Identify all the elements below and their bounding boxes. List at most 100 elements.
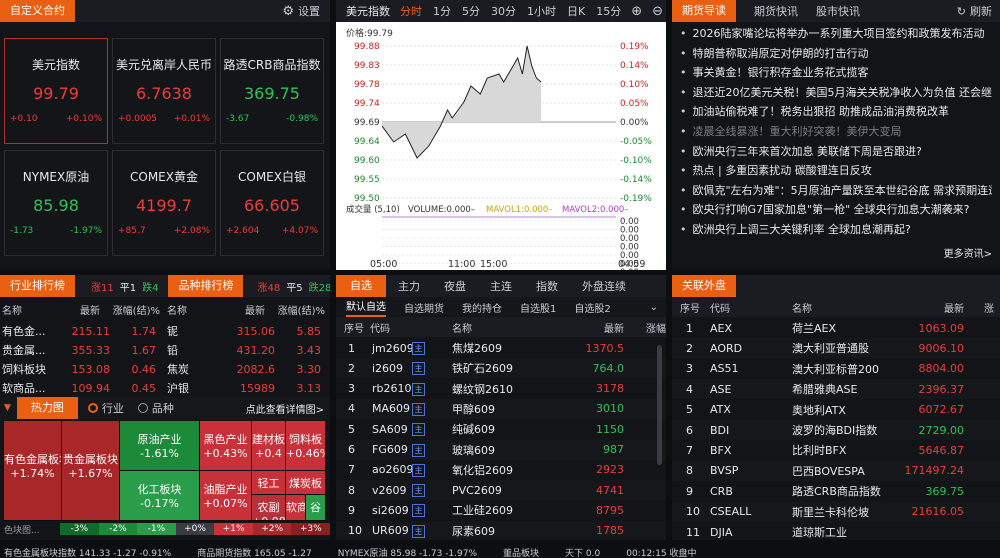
related-row[interactable]: 5 ATX 奥地利ATX 6072.67 xyxy=(672,400,1000,420)
tab-industry-ranking[interactable]: 行业排行榜 xyxy=(0,275,75,297)
news-item[interactable]: 2026陆家嘴论坛将举办一系列重大项目签约和政策发布活动 xyxy=(680,24,992,44)
news-item[interactable]: 欧央行打响G7国家加息"第一枪" 全球央行加息大潮袭来? xyxy=(680,200,992,220)
quotes-tab[interactable]: 夜盘 xyxy=(432,278,478,294)
quotes-col-header[interactable]: 代码 xyxy=(366,320,452,335)
industry-row[interactable]: 贵金属... 355.33 1.67 xyxy=(0,340,165,360)
tab-related-foreign[interactable]: 关联外盘 xyxy=(672,275,736,297)
quotes-row[interactable]: 8 v2609 主 PVC2609 4741 xyxy=(336,480,666,501)
quotes-tab[interactable]: 外盘连续 xyxy=(570,278,638,294)
heatmap-cell[interactable]: 软商 xyxy=(286,495,306,521)
quotes-row[interactable]: 7 ao2609 主 氧化铝2609 2923 xyxy=(336,460,666,480)
quotes-row[interactable]: 9 si2609 主 工业硅2609 8795 xyxy=(336,500,666,520)
quotes-tab[interactable]: 主力 xyxy=(386,278,432,294)
quotes-col-header[interactable]: 最新 xyxy=(572,320,624,335)
col-change[interactable]: 涨幅(结)% xyxy=(265,302,325,317)
news-item[interactable]: 热点 | 多重因素扰动 碳酸锂连日反攻 xyxy=(680,161,992,181)
heatmap-cell[interactable]: 谷 xyxy=(306,495,326,521)
settings-button[interactable]: ⚙ 设置 xyxy=(282,3,320,19)
collapse-icon[interactable]: ▼ xyxy=(4,403,11,413)
quotes-row[interactable]: 10 UR609 主 尿素609 1785 xyxy=(336,520,666,540)
detail-link[interactable]: 点此查看详情图> xyxy=(246,401,324,416)
period-tab[interactable]: 5分 xyxy=(462,3,480,19)
news-item[interactable]: 欧佩克"左右为难"：5月原油产量跌至本世纪谷底 需求预期连遭 xyxy=(680,181,993,201)
industry-row[interactable]: 沪银 15989 3.13 xyxy=(165,378,330,398)
quotes-subtab[interactable]: 默认自选 xyxy=(346,298,386,317)
quotes-col-header[interactable]: 名称 xyxy=(452,320,572,335)
related-row[interactable]: 2 AORD 澳大利亚普通股 9006.10 xyxy=(672,338,1000,359)
tab-variety-ranking[interactable]: 品种排行榜 xyxy=(168,275,244,297)
quotes-row[interactable]: 6 FG609 主 玻璃609 987 xyxy=(336,439,666,460)
news-item[interactable]: 凌晨全线暴涨！重大利好突袭！美伊大变局 xyxy=(680,122,992,142)
period-tab[interactable]: 30分 xyxy=(491,3,516,19)
zoom-in-icon[interactable]: ⊕ xyxy=(631,4,642,19)
quote-tile[interactable]: 美元指数 99.79 +0.10 +0.10% xyxy=(4,38,108,144)
news-item[interactable]: 欧洲央行上调三大关键利率 全球加息潮再起? xyxy=(680,220,992,240)
quotes-row[interactable]: 2 i2609 主 铁矿石2609 764.0 xyxy=(336,358,666,379)
quotes-scrollbar[interactable] xyxy=(657,345,662,465)
related-row[interactable]: 9 CRB 路透CRB商品指数 369.75 xyxy=(672,481,1000,501)
radio-variety[interactable]: 品种 xyxy=(137,400,174,416)
heatmap-cell[interactable]: 农副+0.08 xyxy=(252,495,286,521)
heatmap-cell[interactable]: 化工板块 -0.17% xyxy=(120,471,200,521)
ticker-item[interactable]: 00:12:15 收盘中 xyxy=(626,546,696,558)
industry-row[interactable]: 铅 431.20 3.43 xyxy=(165,340,330,360)
news-item[interactable]: 事关黄金！银行积存金业务花式揽客 xyxy=(680,63,992,83)
quotes-subtab[interactable]: 自选股2 xyxy=(574,300,610,315)
related-col-header[interactable]: 涨 xyxy=(964,300,994,315)
quote-tile[interactable]: 路透CRB商品指数 369.75 -3.67 -0.98% xyxy=(220,38,324,144)
col-change[interactable]: 涨幅(结)% xyxy=(100,302,160,317)
quotes-row[interactable]: 1 jm2609 主 焦煤2609 1370.5 xyxy=(336,338,666,358)
quotes-row[interactable]: 3 rb2610 主 螺纹钢2610 3178 xyxy=(336,379,666,399)
related-row[interactable]: 3 AS51 澳大利亚标普200 8804.00 xyxy=(672,359,1000,379)
news-item[interactable]: 特朗普称取消原定对伊朗的打击行动 xyxy=(680,44,992,64)
quote-tile[interactable]: NYMEX原油 85.98 -1.73 -1.97% xyxy=(4,150,108,256)
quotes-col-header[interactable]: 序号 xyxy=(336,320,366,335)
tab-watchlist[interactable]: 自定义合约 xyxy=(0,0,75,22)
period-tab[interactable]: 日K xyxy=(567,3,585,19)
related-row[interactable]: 11 DJIA 道琼斯工业 xyxy=(672,522,1000,540)
heatmap-cell[interactable]: 贵金属板块 +1.67% xyxy=(62,421,120,521)
related-row[interactable]: 6 BDI 波罗的海BDI指数 2729.00 xyxy=(672,420,1000,440)
heatmap-cell[interactable]: 油脂产业 +0.07% xyxy=(200,471,252,521)
news-tab[interactable]: 股市快讯 xyxy=(816,3,860,19)
radio-industry[interactable]: 行业 xyxy=(87,400,124,416)
quotes-col-header[interactable]: 涨幅 xyxy=(624,320,666,335)
tab-heatmap[interactable]: 热力图 xyxy=(16,397,78,419)
industry-row[interactable]: 焦炭 2082.6 3.30 xyxy=(165,359,330,379)
heatmap-cell[interactable]: 饲料板 +0.46% xyxy=(286,421,326,471)
quotes-subtab[interactable]: 自选期货 xyxy=(404,300,444,315)
quotes-subtab[interactable]: 自选股1 xyxy=(520,300,556,315)
related-col-header[interactable]: 最新 xyxy=(902,300,964,315)
heatmap-cell[interactable]: 轻工 xyxy=(252,471,286,495)
related-row[interactable]: 8 BVSP 巴西BOVESPA 171497.24 xyxy=(672,460,1000,481)
zoom-out-icon[interactable]: ⊖ xyxy=(652,4,663,19)
period-tab[interactable]: 分时 xyxy=(400,3,422,19)
industry-row[interactable]: 软商品... 109.94 0.45 xyxy=(0,378,165,398)
heatmap-cell[interactable]: 有色金属板块+1.74% xyxy=(4,421,62,521)
news-item[interactable]: 欧洲央行三年来首次加息 美联储下周是否跟进? xyxy=(680,142,992,162)
quotes-row[interactable]: 5 SA609 主 纯碱609 1150 xyxy=(336,419,666,439)
intraday-chart[interactable]: 价格:99.79 99.88 0.19% 99.83 0.14% 99.78 0.10% 99… xyxy=(336,22,666,270)
chevron-down-icon[interactable]: ⌄ xyxy=(650,302,658,313)
quotes-tab[interactable]: 主连 xyxy=(478,278,524,294)
related-col-header[interactable]: 序号 xyxy=(672,300,706,315)
related-row[interactable]: 4 ASE 希腊雅典ASE 2396.37 xyxy=(672,379,1000,400)
quote-tile[interactable]: COMEX白银 66.605 +2.604 +4.07% xyxy=(220,150,324,256)
ticker-item[interactable]: 有色金属板块指数 141.33 -1.27 -0.91% xyxy=(4,546,171,558)
related-row[interactable]: 7 BFX 比利时BFX 5646.87 xyxy=(672,440,1000,460)
heatmap[interactable]: 有色金属板块+1.74%贵金属板块+1.67%原油产业-1.61%黑色产业+0.… xyxy=(4,421,326,521)
news-tab[interactable]: 期货快讯 xyxy=(754,3,798,19)
refresh-button[interactable]: ↻ 刷新 xyxy=(957,3,992,19)
industry-row[interactable]: 铌 315.06 5.85 xyxy=(165,321,330,341)
ticker-item[interactable]: 天下 0.0 xyxy=(565,546,600,558)
quotes-row[interactable]: 4 MA609 主 甲醇609 3010 xyxy=(336,398,666,419)
quotes-tab[interactable]: 自选 xyxy=(336,275,386,297)
ticker-item[interactable]: 董品板块 xyxy=(503,546,539,558)
heatmap-cell[interactable]: 原油产业 -1.61% xyxy=(120,421,200,471)
related-row[interactable]: 1 AEX 荷兰AEX 1063.09 xyxy=(672,318,1000,338)
industry-row[interactable]: 饲料板块 153.08 0.46 xyxy=(0,359,165,379)
heatmap-cell[interactable]: 建材板 +0.4 xyxy=(252,421,286,471)
quote-tile[interactable]: COMEX黄金 4199.7 +85.7 +2.08% xyxy=(112,150,216,256)
ticker-item[interactable]: 商品期货指数 165.05 -1.27 xyxy=(197,546,312,558)
related-col-header[interactable]: 代码 xyxy=(706,300,792,315)
